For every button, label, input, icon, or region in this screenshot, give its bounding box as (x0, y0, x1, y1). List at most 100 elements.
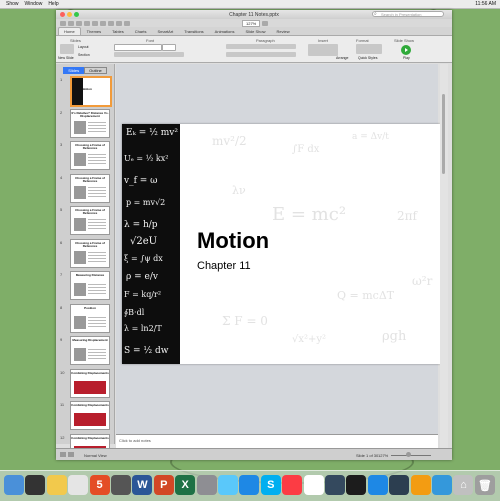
chrome-icon[interactable] (68, 475, 89, 495)
thumbnail-text-lines (88, 251, 106, 253)
layout-button[interactable]: Layout (78, 45, 89, 49)
excel-icon[interactable]: X (175, 475, 196, 495)
zoom-slider-knob[interactable] (406, 452, 411, 457)
gallery-icon[interactable] (116, 20, 122, 26)
slide-canvas: mv²/2 ∫F dx a = Δv/t E = mc² 2πf λν Q = mcΔT Σ … (116, 64, 440, 434)
normal-view-button[interactable] (60, 452, 66, 457)
font-format-buttons[interactable] (114, 52, 184, 57)
quick-styles-icon[interactable] (356, 44, 382, 54)
thumbnail-preview[interactable]: Combining Displacements (70, 401, 110, 430)
tab-charts[interactable]: Charts (130, 28, 152, 35)
save-icon[interactable] (76, 20, 82, 26)
tab-review[interactable]: Review (271, 28, 294, 35)
menu-window[interactable]: Window (25, 1, 43, 7)
compass-icon[interactable] (325, 475, 345, 495)
slide-thumbnail[interactable]: 7 Measuring Distance (60, 271, 110, 300)
new-slide-icon[interactable] (60, 44, 74, 54)
slide-thumbnail[interactable]: 1 Motion (60, 76, 112, 107)
notes-pane[interactable]: Click to add notes (116, 434, 438, 448)
slide-thumbnail[interactable]: 10 Combining Displacements (60, 368, 110, 398)
tab-outline[interactable]: Outline (84, 66, 107, 74)
toolbox-icon[interactable] (124, 20, 130, 26)
font-name-select[interactable] (114, 44, 162, 51)
tab-home[interactable]: Home (58, 27, 81, 35)
tab-smartart[interactable]: SmartArt (152, 28, 178, 35)
thumbnail-preview[interactable]: Measuring Distance (70, 271, 110, 300)
html5-icon[interactable]: 5 (89, 475, 110, 495)
tab-slides[interactable]: Slides (63, 66, 85, 74)
tab-themes[interactable]: Themes (82, 28, 106, 35)
thumbnail-preview[interactable]: Choosing a Frame of Reference (70, 173, 110, 203)
format-icon[interactable] (108, 20, 114, 26)
font-size-select[interactable] (162, 44, 176, 51)
finder-icon[interactable] (4, 475, 24, 495)
blackboard-equation-art: S = ½ dw (124, 346, 169, 356)
search-input[interactable]: ⌕ Search in Presentation (372, 11, 444, 17)
thumbnail-preview[interactable]: Choosing a Frame of Reference (70, 206, 110, 235)
slide-thumbnail[interactable]: 4 Choosing a Frame of Reference (60, 173, 110, 203)
slide[interactable]: mv²/2 ∫F dx a = Δv/t E = mc² 2πf λν Q = mcΔT Σ … (122, 124, 440, 364)
home-icon[interactable]: ⌂ (453, 475, 474, 495)
slide-thumbnail[interactable]: 6 Choosing a Frame of Reference (60, 238, 110, 268)
open-icon[interactable] (68, 20, 74, 26)
tab-animations[interactable]: Animations (210, 28, 240, 35)
arrange-button[interactable]: Arrange (336, 56, 348, 60)
slide-thumbnail[interactable]: 11 Combining Displacements (60, 401, 110, 430)
calendar-icon[interactable] (303, 475, 324, 495)
print-icon[interactable] (84, 20, 90, 26)
tab-slide-show[interactable]: Slide Show (240, 28, 270, 35)
tab-tables[interactable]: Tables (107, 28, 129, 35)
new-slide-button[interactable]: New Slide (58, 56, 74, 60)
stickies-icon[interactable] (46, 475, 67, 495)
scroll-thumb[interactable] (442, 94, 445, 174)
trash-icon[interactable]: 🗑 (474, 475, 495, 495)
thumbnail-preview[interactable]: Combining Displacements (70, 368, 110, 398)
tab-transitions[interactable]: Transitions (179, 28, 208, 35)
word-icon[interactable]: W (132, 475, 153, 495)
dashboard-icon[interactable] (25, 475, 46, 495)
quicktime-icon[interactable] (346, 475, 367, 495)
zoom-slider[interactable] (391, 455, 431, 456)
thumbnail-preview[interactable]: Choosing a Frame of Reference (70, 238, 110, 268)
camera-icon[interactable] (111, 475, 131, 495)
slide-thumbnail[interactable]: 2 It's Relative? Distance Vs. Displacemen… (60, 108, 110, 138)
alignment-buttons[interactable] (226, 52, 296, 57)
redo-icon[interactable] (100, 20, 106, 26)
audacity-icon[interactable] (389, 475, 410, 495)
thumbnail-preview[interactable]: Measuring Displacement (70, 336, 110, 365)
help-icon[interactable] (262, 20, 269, 26)
slide-sorter-button[interactable] (68, 452, 74, 457)
thumbnail-preview[interactable]: Motion (70, 76, 112, 107)
undo-icon[interactable] (92, 20, 98, 26)
play-icon[interactable] (401, 45, 411, 55)
menu-show[interactable]: Show (6, 1, 19, 7)
app-store-icon[interactable] (239, 475, 260, 495)
slide-title[interactable]: Motion (197, 228, 269, 254)
slide-thumbnail[interactable]: 3 Choosing a Frame of Reference (60, 141, 110, 170)
slide-subtitle[interactable]: Chapter 11 (197, 260, 251, 272)
powerpoint-icon[interactable]: P (153, 475, 174, 495)
itunes-icon[interactable] (282, 475, 303, 495)
slide-thumbnail[interactable]: 5 Choosing a Frame of Reference (60, 206, 110, 235)
section-button[interactable]: Section (78, 53, 90, 57)
slide-thumbnail[interactable]: 8 Position (60, 303, 110, 333)
menu-help[interactable]: Help (48, 1, 58, 7)
thumbnail-preview[interactable]: It's Relative? Distance Vs. Displacement (70, 108, 110, 138)
slide-thumbnail[interactable]: 9 Measuring Displacement (60, 336, 110, 365)
thumbnail-preview[interactable]: Position (70, 303, 110, 333)
paragraph-buttons[interactable] (226, 44, 296, 49)
zoom-select[interactable]: 127% (242, 19, 261, 27)
new-icon[interactable] (60, 20, 66, 26)
system-prefs-icon[interactable] (196, 475, 217, 495)
keynote-icon[interactable] (432, 475, 452, 495)
messages-icon[interactable] (218, 475, 238, 495)
play-button[interactable]: Play (403, 56, 410, 60)
photos-icon[interactable] (410, 475, 431, 495)
quick-styles-button[interactable]: Quick Styles (358, 56, 377, 60)
safari-icon[interactable] (367, 475, 388, 495)
skype-icon[interactable]: S (260, 475, 281, 495)
vertical-scrollbar[interactable] (440, 64, 448, 448)
thumbnail-preview[interactable]: Choosing a Frame of Reference (70, 141, 110, 170)
insert-shapes-icon[interactable] (308, 44, 338, 56)
menubar-clock[interactable]: 11:56 AM (475, 1, 496, 7)
